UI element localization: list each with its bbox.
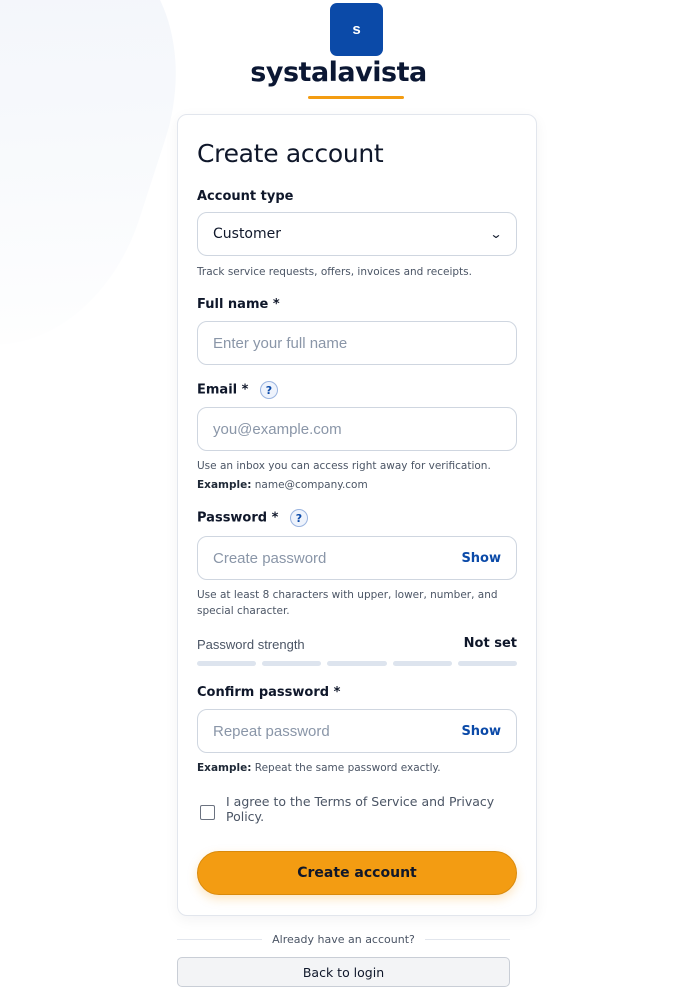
password-strength-value: Not set: [463, 636, 517, 651]
brand-logo-icon: s: [330, 3, 383, 56]
account-type-label: Account type: [197, 189, 294, 204]
confirm-password-input[interactable]: Repeat password Show: [197, 709, 517, 753]
account-type-value: Customer: [213, 226, 282, 242]
confirm-password-label: Confirm password *: [197, 685, 341, 700]
help-icon[interactable]: ?: [289, 509, 308, 527]
divider-line: [177, 939, 263, 940]
login-divider: Already have an account?: [177, 933, 510, 946]
password-input[interactable]: Create password Show: [197, 536, 517, 580]
account-type-hint: Track service requests, offers, invoices…: [197, 266, 472, 278]
strength-segment: [457, 661, 518, 666]
brand-name: systalavista: [250, 57, 427, 88]
page-title: Create account: [197, 139, 384, 168]
already-have-account-text: Already have an account?: [272, 933, 415, 946]
confirm-password-example: Example: Repeat the same password exactl…: [197, 760, 517, 776]
strength-segment: [262, 661, 322, 666]
password-label-row: Password * ?: [197, 509, 308, 527]
email-example-value: name@company.com: [254, 479, 368, 491]
email-placeholder: you@example.com: [213, 420, 342, 438]
strength-segment: [197, 661, 257, 666]
confirm-password-placeholder: Repeat password: [213, 722, 330, 740]
agree-checkbox[interactable]: [200, 805, 215, 820]
strength-segment: [327, 661, 387, 666]
password-strength-meter: [197, 661, 518, 666]
email-hint: Use an inbox you can access right away f…: [197, 460, 491, 472]
account-type-select[interactable]: Customer ⌄: [197, 212, 517, 256]
chevron-down-icon: ⌄: [489, 227, 503, 241]
full-name-label: Full name *: [197, 297, 280, 312]
help-icon[interactable]: ?: [259, 381, 278, 399]
brand-underline: [308, 96, 404, 99]
back-to-login-button[interactable]: Back to login: [177, 957, 510, 987]
confirm-example-label: Example:: [197, 762, 252, 774]
full-name-placeholder: Enter your full name: [213, 334, 348, 352]
email-example-label: Example:: [197, 479, 252, 491]
password-placeholder: Create password: [213, 549, 327, 567]
strength-segment: [392, 661, 452, 666]
divider-line: [424, 939, 510, 940]
password-label: Password *: [197, 510, 279, 526]
email-label-row: Email * ?: [197, 381, 278, 399]
confirm-example-value: Repeat the same password exactly.: [254, 762, 441, 774]
password-hint: Use at least 8 characters with upper, lo…: [197, 589, 498, 617]
create-account-button[interactable]: Create account: [197, 851, 517, 895]
password-strength-label: Password strength: [197, 637, 305, 652]
email-input[interactable]: you@example.com: [197, 407, 517, 451]
email-example: Example: name@company.com: [197, 477, 517, 493]
full-name-input[interactable]: Enter your full name: [197, 321, 517, 365]
signup-card: Create account Account type Customer ⌄ T…: [177, 114, 537, 916]
show-password-button[interactable]: Show: [461, 551, 501, 566]
show-confirm-password-button[interactable]: Show: [461, 724, 501, 739]
email-label: Email *: [197, 382, 249, 398]
agree-terms-text[interactable]: I agree to the Terms of Service and Priv…: [226, 794, 536, 824]
